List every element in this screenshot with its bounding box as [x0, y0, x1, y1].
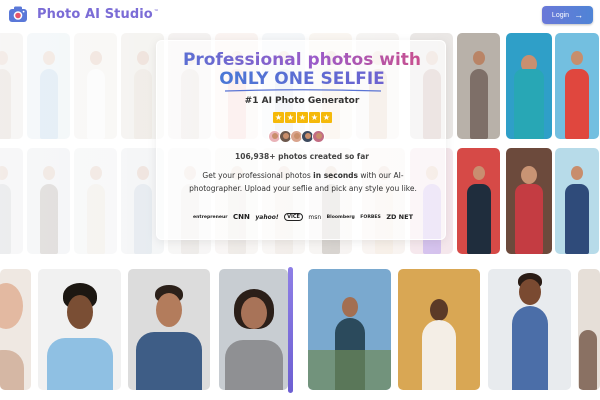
top-bar: Photo AI Studio™ Login →: [0, 0, 600, 32]
example-photo[interactable]: [488, 269, 571, 390]
hero-description: Get your professional photos in seconds …: [189, 171, 417, 193]
press-logo-msn: msn: [308, 213, 322, 221]
avatar: [312, 130, 325, 143]
gallery-photo: [0, 33, 23, 139]
login-label: Login: [551, 11, 570, 19]
example-photo[interactable]: [38, 269, 121, 390]
hero-title-line1: Professional photos with: [182, 50, 422, 70]
press-logo-yahoo: yahoo!: [255, 213, 279, 221]
gallery-photo: [506, 148, 552, 254]
photos-count: 106,938+ photos created so far: [235, 152, 369, 161]
press-logo-zdnet: ZD NET: [386, 212, 413, 221]
star-icon: ★: [309, 112, 320, 123]
rating-stars: ★ ★ ★ ★ ★: [273, 112, 332, 123]
gallery-photo: [27, 33, 70, 139]
gallery-photo: [0, 148, 23, 254]
example-photo[interactable]: [578, 269, 600, 390]
example-photo[interactable]: [128, 269, 210, 390]
press-logo-cnn: CNN: [233, 213, 250, 221]
example-photo[interactable]: [308, 269, 391, 390]
title-underline: [224, 89, 382, 92]
example-photo[interactable]: [0, 269, 31, 390]
hero-card: Professional photos with ONLY ONE SELFIE…: [156, 40, 446, 240]
gallery-photo: [555, 33, 599, 139]
gallery-photo: [74, 148, 117, 254]
user-avatars: [268, 130, 325, 143]
star-icon: ★: [321, 112, 332, 123]
hero-tagline: #1 AI Photo Generator: [244, 96, 360, 106]
star-icon: ★: [297, 112, 308, 123]
press-logo-entrepreneur: entrepreneur: [193, 214, 228, 220]
star-icon: ★: [285, 112, 296, 123]
gallery-photo: [74, 33, 117, 139]
brand-name: Photo AI Studio™: [37, 6, 159, 22]
gallery-photo: [506, 33, 552, 139]
scroll-indicator: [288, 267, 293, 393]
example-photo[interactable]: [219, 269, 288, 390]
logo[interactable]: Photo AI Studio™: [8, 5, 159, 23]
page: Photo AI Studio™ Login → Professional ph…: [0, 0, 600, 400]
press-logo-bloomberg: Bloomberg: [326, 214, 355, 220]
login-button[interactable]: Login →: [542, 6, 593, 24]
press-logos: entrepreneur CNN yahoo! VICE msn Bloombe…: [193, 211, 413, 223]
press-logo-forbes: FORBES: [360, 214, 381, 220]
hero-title-line2: ONLY ONE SELFIE: [219, 69, 385, 89]
gallery-photo: [457, 33, 500, 139]
gallery-photo: [555, 148, 599, 254]
example-photos-strip: [0, 269, 600, 390]
gallery-photo: [27, 148, 70, 254]
example-photo[interactable]: [398, 269, 480, 390]
press-logo-vice: VICE: [284, 213, 303, 221]
camera-icon: [8, 5, 27, 23]
gallery-photo: [457, 148, 500, 254]
arrow-right-icon: →: [574, 9, 584, 20]
star-icon: ★: [273, 112, 284, 123]
